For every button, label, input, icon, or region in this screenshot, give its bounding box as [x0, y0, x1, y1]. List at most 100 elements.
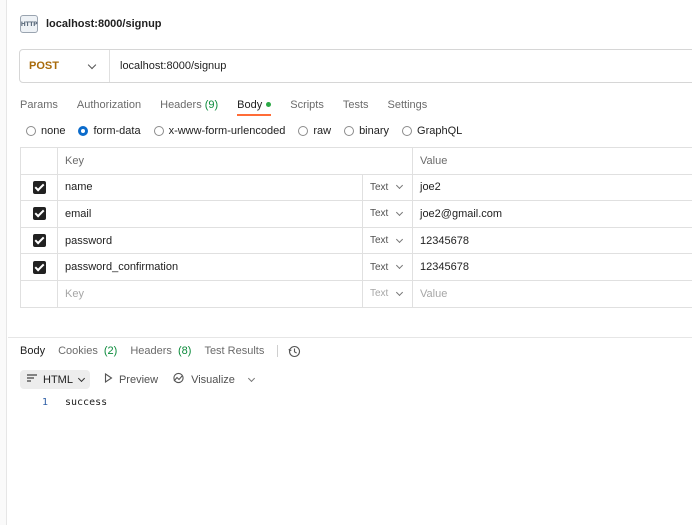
play-icon: [104, 372, 113, 386]
visualize-options-dropdown[interactable]: [247, 374, 255, 382]
chevron-down-icon: [247, 374, 255, 382]
tab-label: Headers: [160, 98, 202, 111]
tab-scripts[interactable]: Scripts: [290, 94, 324, 115]
chevron-down-icon: [395, 288, 404, 296]
table-row: password Text 12345678: [21, 227, 692, 255]
request-title[interactable]: localhost:8000/signup: [46, 18, 162, 30]
key-cell[interactable]: email: [58, 201, 363, 227]
table-row: password_confirmation Text 12345678: [21, 254, 692, 281]
table-header-row: Key Value: [21, 148, 692, 175]
type-select[interactable]: Text: [363, 227, 413, 254]
tab-label: Scripts: [290, 98, 324, 111]
type-select[interactable]: Text: [363, 201, 413, 227]
radio-label: GraphQL: [417, 125, 463, 137]
form-data-table: Key Value name Text joe2 email Text joe2…: [20, 147, 692, 308]
row-checkbox[interactable]: [32, 234, 46, 248]
radio-none[interactable]: none: [26, 125, 65, 137]
header-value: Value: [420, 154, 448, 167]
visualize-button[interactable]: Visualize: [172, 372, 235, 387]
separator: [277, 345, 279, 357]
table-row: name Text joe2: [21, 174, 692, 202]
radio-binary[interactable]: binary: [344, 125, 389, 137]
type-label: Text: [370, 235, 389, 247]
radio-raw[interactable]: raw: [298, 125, 331, 137]
key-cell[interactable]: name: [58, 174, 363, 201]
tab-body[interactable]: Body: [237, 94, 272, 116]
table-row: email Text joe2@gmail.com: [21, 201, 692, 228]
radio-circle[interactable]: [298, 126, 309, 136]
format-label: HTML: [43, 373, 73, 386]
tab-params[interactable]: Params: [20, 94, 58, 115]
type-select[interactable]: Text: [363, 280, 413, 307]
radio-label: none: [41, 125, 66, 137]
response-content: success: [65, 397, 108, 408]
new-value-input[interactable]: Value: [413, 281, 692, 307]
row-check-cell: [21, 174, 58, 201]
url-bar: POST localhost:8000/signup: [19, 49, 692, 83]
type-label: Text: [370, 288, 389, 300]
radio-label: form-data: [93, 125, 141, 137]
response-tab-test-results[interactable]: Test Results: [204, 345, 264, 357]
radio-form-data[interactable]: form-data: [78, 125, 141, 137]
response-body-editor[interactable]: 1 success: [20, 397, 107, 408]
preview-label: Preview: [118, 373, 159, 386]
response-toolbar: HTML Preview Visualize: [20, 370, 255, 389]
url-input[interactable]: localhost:8000/signup: [120, 60, 226, 72]
radio-label: x-www-form-urlencoded: [168, 125, 286, 137]
radio-graphql[interactable]: GraphQL: [402, 125, 462, 137]
request-tabs: Params Authorization Headers (9) Body Scr…: [20, 94, 446, 116]
row-checkbox[interactable]: [32, 180, 46, 194]
tab-tests[interactable]: Tests: [343, 94, 369, 115]
type-select[interactable]: Text: [363, 174, 413, 201]
request-header: HTTP localhost:8000/signup: [20, 13, 162, 35]
response-tab-headers[interactable]: Headers (8): [130, 345, 191, 357]
value-cell[interactable]: joe2: [413, 175, 692, 201]
headers-count: (9): [204, 98, 219, 111]
radio-circle[interactable]: [344, 126, 355, 136]
chevron-down-icon: [395, 208, 404, 217]
body-active-dot: [266, 102, 272, 107]
row-checkbox[interactable]: [32, 207, 46, 221]
tab-label: Params: [20, 98, 58, 111]
format-select[interactable]: HTML: [20, 370, 90, 389]
cookies-count: (2): [103, 345, 118, 357]
tab-label: Cookies: [58, 345, 98, 357]
chevron-down-icon: [87, 60, 97, 69]
type-label: Text: [370, 261, 389, 273]
radio-label: raw: [313, 125, 332, 137]
value-cell[interactable]: 12345678: [413, 254, 692, 280]
chevron-down-icon: [395, 262, 404, 270]
response-headers-count: (8): [177, 345, 192, 357]
key-cell[interactable]: password_confirmation: [58, 254, 363, 280]
radio-circle-selected[interactable]: [78, 126, 89, 136]
tab-headers[interactable]: Headers (9): [160, 94, 218, 115]
value-cell[interactable]: joe2@gmail.com: [413, 201, 692, 227]
type-label: Text: [370, 181, 389, 193]
tab-authorization[interactable]: Authorization: [77, 94, 141, 115]
tab-label: Tests: [342, 98, 369, 111]
value-cell[interactable]: 12345678: [413, 228, 692, 254]
row-checkbox[interactable]: [32, 260, 46, 274]
new-key-input[interactable]: Key: [58, 280, 363, 307]
key-cell[interactable]: password: [58, 227, 363, 254]
row-check-cell: [21, 227, 58, 254]
tab-settings[interactable]: Settings: [388, 94, 428, 115]
radio-circle[interactable]: [153, 126, 164, 136]
radio-circle[interactable]: [26, 126, 36, 136]
chevron-down-icon: [77, 374, 85, 382]
response-tab-body[interactable]: Body: [20, 345, 45, 357]
tab-label: Body: [237, 98, 263, 111]
method-select[interactable]: POST: [20, 50, 110, 82]
tab-label: Settings: [387, 98, 428, 111]
response-divider[interactable]: [8, 337, 692, 338]
radio-x-www-form-urlencoded[interactable]: x-www-form-urlencoded: [153, 125, 286, 137]
left-sidebar-strip: [0, 0, 7, 525]
preview-button[interactable]: Preview: [104, 372, 159, 386]
response-tab-cookies[interactable]: Cookies (2): [58, 345, 117, 357]
radio-circle[interactable]: [402, 126, 413, 136]
type-select[interactable]: Text: [363, 254, 413, 280]
type-label: Text: [370, 208, 389, 220]
history-icon[interactable]: [288, 345, 301, 358]
chevron-down-icon: [395, 235, 404, 243]
row-check-cell: [21, 201, 58, 227]
